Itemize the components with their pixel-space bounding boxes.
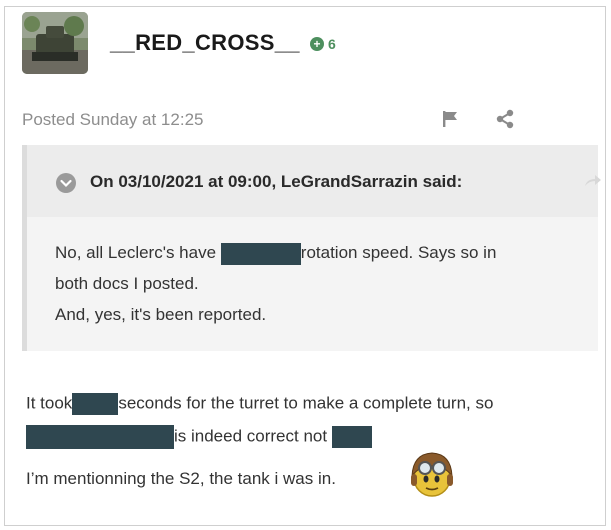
quote-author-line: On 03/10/2021 at 09:00, LeGrandSarrazin …: [90, 172, 463, 191]
username[interactable]: __RED_CROSS__: [110, 30, 300, 56]
post-timestamp[interactable]: Posted Sunday at 12:25: [22, 110, 203, 130]
redaction-bar: [220, 242, 301, 265]
plus-circle-icon: +: [310, 37, 324, 51]
redaction-bar: [26, 425, 174, 449]
redaction-bar: [72, 393, 119, 415]
quote-header: On 03/10/2021 at 09:00, LeGrandSarrazin …: [27, 145, 601, 217]
post-line-1: It took seconds for the turret to make a …: [26, 393, 493, 415]
quote-line-3: And, yes, it's been reported.: [55, 305, 267, 324]
post-line-2-a: is indeed correct not: [174, 426, 328, 446]
quote-line-1-b: rotation speed. Says so in: [300, 243, 497, 262]
post-line-2: is indeed correct not: [26, 425, 372, 449]
quote-link-arrow-icon[interactable]: [583, 173, 603, 194]
quote-line-2: both docs I posted.: [55, 274, 199, 293]
share-icon[interactable]: [494, 108, 516, 135]
avatar[interactable]: [22, 12, 88, 74]
aviator-emoji-icon: [405, 446, 459, 505]
reputation-badge: + 6: [310, 36, 336, 52]
quote-text: No, all Leclerc's have rotation speed. S…: [55, 237, 496, 330]
quote-block: On 03/10/2021 at 09:00, LeGrandSarrazin …: [22, 145, 601, 351]
post-line-3: I’m mentionning the S2, the tank i was i…: [26, 469, 336, 488]
post-line-1-b: seconds for the turret to make a complet…: [118, 393, 494, 413]
flag-icon[interactable]: [440, 108, 462, 135]
redaction-bar: [331, 426, 372, 448]
quote-line-1: No, all Leclerc's have rotation speed. S…: [55, 237, 496, 268]
avatar-image: [22, 12, 88, 74]
chevron-down-icon[interactable]: [56, 173, 76, 193]
post-line-1-a: It took: [26, 393, 73, 413]
reputation-count: 6: [328, 36, 336, 52]
quote-line-1-a: No, all Leclerc's have: [55, 243, 217, 262]
